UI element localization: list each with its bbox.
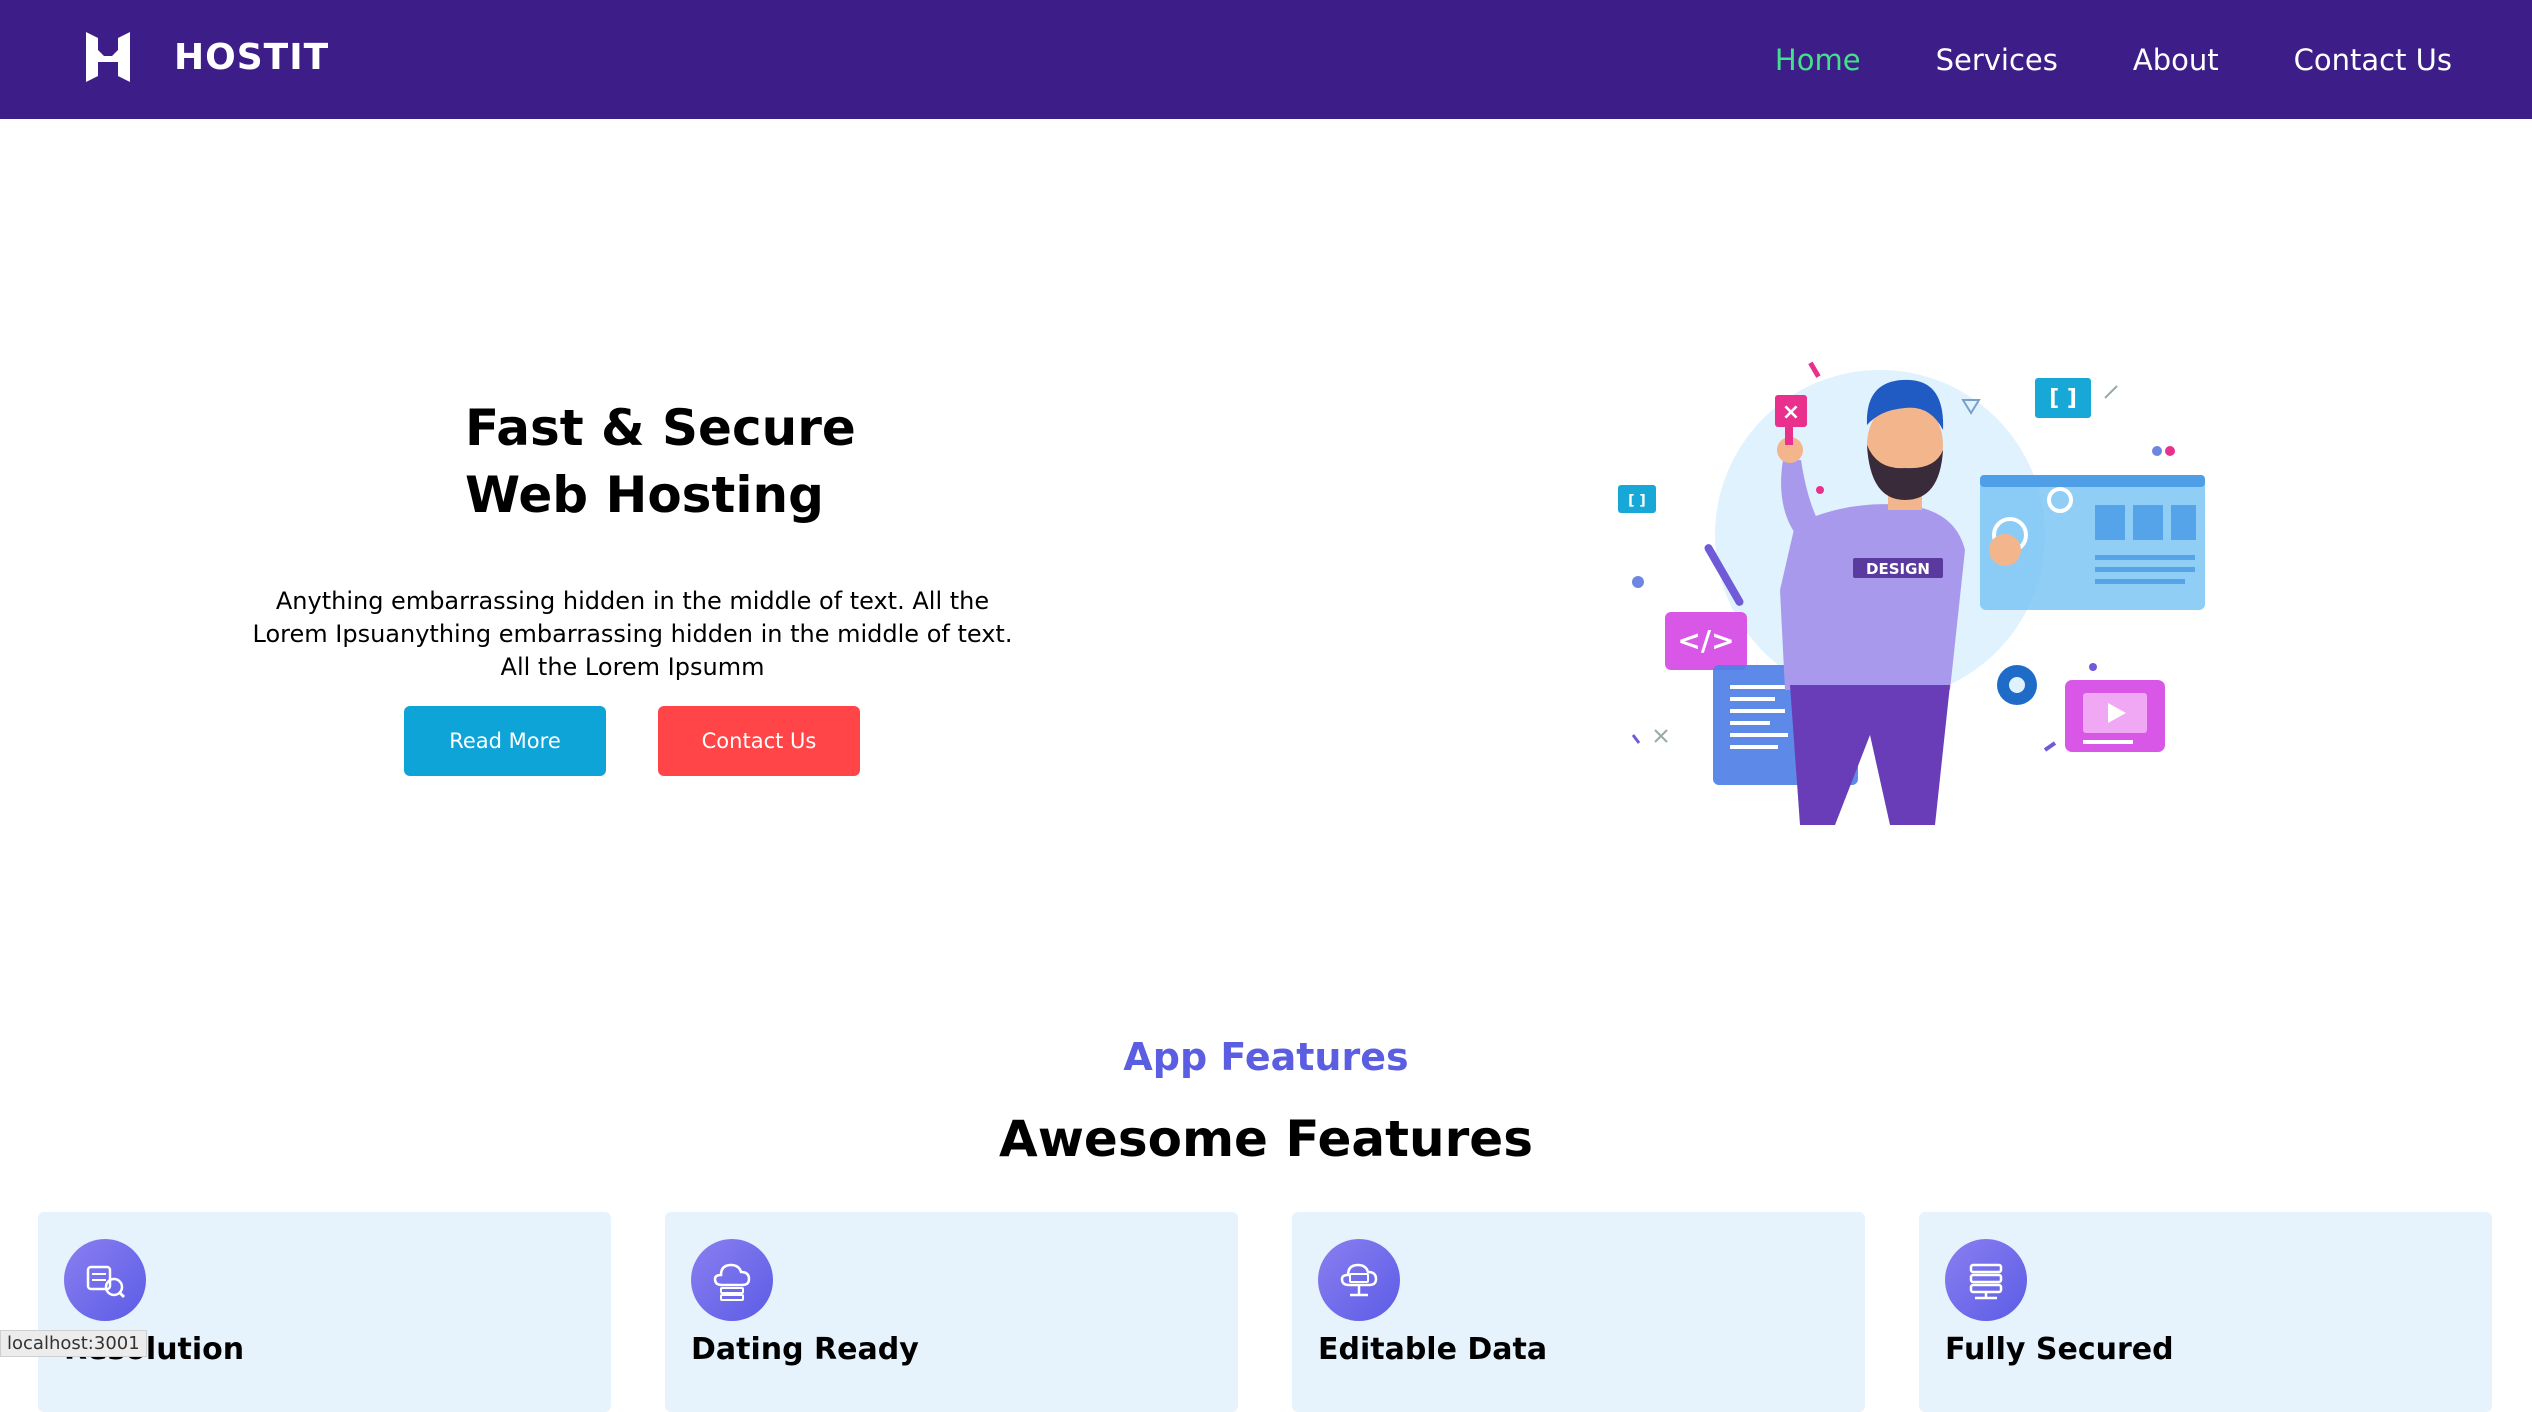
feature-card-dating-ready[interactable]: Dating Ready (665, 1212, 1238, 1412)
hero-illustration: [ ] [ ] </> DESIGN × (1618, 361, 2205, 825)
svg-text:</>: </> (1677, 624, 1734, 657)
hero-title-line-1: Fast & Secure (465, 399, 856, 457)
resolution-icon (64, 1239, 146, 1321)
svg-text:[ ]: [ ] (1628, 493, 1646, 509)
feature-card-editable-data[interactable]: Editable Data (1292, 1212, 1865, 1412)
design-label: DESIGN (1866, 560, 1930, 578)
features-title: Awesome Features (999, 1110, 1533, 1168)
nav-home[interactable]: Home (1775, 43, 1861, 77)
status-bar-url: localhost:3001 (0, 1330, 147, 1357)
hero-description: Anything embarrassing hidden in the midd… (252, 587, 1013, 681)
svg-text:×: × (1782, 400, 1800, 425)
cloud-editable-icon (1318, 1239, 1400, 1321)
nav-contact-us[interactable]: Contact Us (2294, 43, 2452, 77)
svg-text:[ ]: [ ] (2049, 386, 2077, 411)
feature-cards: Resolution Dating Ready Editable Data Fu… (38, 1212, 2492, 1412)
brand-name: HOSTIT (174, 36, 330, 78)
features-eyebrow: App Features (1123, 1035, 1409, 1079)
feature-card-resolution[interactable]: Resolution (38, 1212, 611, 1412)
feature-card-title: Editable Data (1318, 1332, 1548, 1367)
navbar: HOSTIT Home Services About Contact Us (0, 0, 2532, 119)
brand-link[interactable]: HOSTIT (82, 28, 329, 86)
feature-card-title: Dating Ready (691, 1332, 919, 1367)
hero-title-line-2: Web Hosting (465, 466, 824, 524)
feature-card-title: Fully Secured (1945, 1332, 2174, 1367)
hero-buttons: Read More Contact Us (404, 706, 860, 776)
nav-services[interactable]: Services (1936, 43, 2058, 77)
h-logo-icon (86, 32, 130, 82)
main-nav: Home Services About Contact Us (1775, 0, 2452, 119)
server-stack-icon (1945, 1239, 2027, 1321)
nav-about[interactable]: About (2133, 43, 2219, 77)
hero-title: Fast & Secure Web Hosting (465, 395, 856, 529)
read-more-button[interactable]: Read More (404, 706, 606, 776)
contact-us-button[interactable]: Contact Us (658, 706, 860, 776)
feature-card-fully-secured[interactable]: Fully Secured (1919, 1212, 2492, 1412)
cloud-server-icon (691, 1239, 773, 1321)
